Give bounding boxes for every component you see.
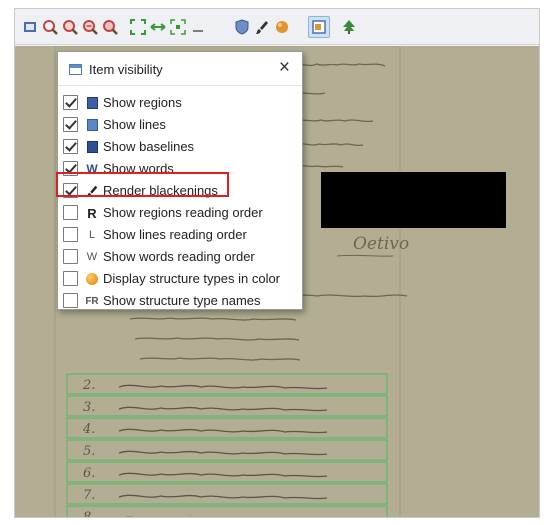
option-label: Show baselines xyxy=(103,139,195,154)
highlight-box xyxy=(56,172,229,197)
option-show-regions[interactable]: Show regions xyxy=(63,92,301,114)
zoom-reset-button[interactable] xyxy=(101,18,119,36)
option-label: Show lines xyxy=(103,117,166,132)
option-label: Show structure type names xyxy=(103,293,261,308)
baselines-icon xyxy=(85,140,99,154)
handwriting-stroke xyxy=(124,516,192,517)
toggle-panel-button[interactable] xyxy=(189,18,207,36)
checkbox[interactable] xyxy=(63,249,78,264)
option-show-lines[interactable]: Show lines xyxy=(63,114,301,136)
row-number: 7. xyxy=(83,488,95,503)
checkbox[interactable] xyxy=(63,95,78,110)
option-label: Show lines reading order xyxy=(103,227,247,242)
row-number: 5. xyxy=(83,444,95,459)
shield-icon xyxy=(235,19,249,35)
zoom-out-button[interactable] xyxy=(81,18,99,36)
dialog-title: Item visibility xyxy=(89,62,163,77)
zoom-in-icon xyxy=(63,20,78,35)
lines-icon xyxy=(85,118,99,132)
option-label: Show regions xyxy=(103,95,182,110)
fit-height-icon xyxy=(170,19,186,35)
checkbox[interactable] xyxy=(63,139,78,154)
tree-icon xyxy=(343,20,355,34)
structure-names-icon: FR xyxy=(85,295,99,307)
row-number: 4. xyxy=(82,422,95,437)
row-number: 3. xyxy=(83,400,95,415)
blackening-region xyxy=(321,172,506,228)
fit-height-button[interactable] xyxy=(169,18,187,36)
structure-icon xyxy=(276,21,288,33)
checkbox[interactable] xyxy=(63,205,78,220)
option-words-reading-order[interactable]: W Show words reading order xyxy=(63,246,301,268)
zoom-region-icon xyxy=(43,20,58,35)
option-regions-reading-order[interactable]: R Show regions reading order xyxy=(63,202,301,224)
structure-button[interactable] xyxy=(273,18,291,36)
checkbox[interactable] xyxy=(63,117,78,132)
option-structure-names[interactable]: FR Show structure type names xyxy=(63,290,301,312)
option-lines-reading-order[interactable]: L Show lines reading order xyxy=(63,224,301,246)
app-window: Oetivo 2. 3. 4. 5. 6. 7. 8. Item visibility × … xyxy=(14,8,540,518)
brush-button[interactable] xyxy=(253,18,271,36)
option-show-baselines[interactable]: Show baselines xyxy=(63,136,301,158)
tree-button[interactable] xyxy=(340,18,358,36)
row-number: 6. xyxy=(83,466,95,481)
row-number: 8. xyxy=(83,510,95,518)
dialog-header: Item visibility × xyxy=(58,52,302,86)
item-visibility-button[interactable] xyxy=(308,16,330,38)
zoom-region-button[interactable] xyxy=(41,18,59,36)
regions-reading-order-icon: R xyxy=(87,205,97,221)
option-structure-color[interactable]: Display structure types in color xyxy=(63,268,301,290)
fit-page-icon xyxy=(130,19,146,35)
structure-color-icon xyxy=(85,272,99,286)
fit-page-button[interactable] xyxy=(129,18,147,36)
row-number: 2. xyxy=(82,378,95,393)
zoom-reset-icon xyxy=(103,20,118,35)
shield-button[interactable] xyxy=(233,18,251,36)
pointer-tool-icon xyxy=(24,22,36,32)
brush-icon xyxy=(256,21,268,34)
zoom-out-icon xyxy=(83,20,98,35)
checkbox[interactable] xyxy=(63,293,78,308)
fit-width-button[interactable] xyxy=(149,18,167,36)
toolbar xyxy=(15,9,539,45)
regions-icon xyxy=(85,96,99,110)
option-label: Show words reading order xyxy=(103,249,255,264)
zoom-in-button[interactable] xyxy=(61,18,79,36)
option-label: Show regions reading order xyxy=(103,205,263,220)
checkbox[interactable] xyxy=(63,227,78,242)
chevron-down-icon xyxy=(193,30,203,32)
option-label: Display structure types in color xyxy=(103,271,281,286)
close-icon[interactable]: × xyxy=(279,58,290,78)
checkbox[interactable] xyxy=(63,271,78,286)
fit-width-icon xyxy=(150,23,166,31)
window-icon xyxy=(69,64,82,75)
pointer-tool-button[interactable] xyxy=(21,18,39,36)
words-reading-order-icon: W xyxy=(86,251,98,263)
visibility-icon xyxy=(312,20,326,34)
header-text: Oetivo xyxy=(353,234,409,254)
lines-reading-order-icon: L xyxy=(88,229,96,241)
